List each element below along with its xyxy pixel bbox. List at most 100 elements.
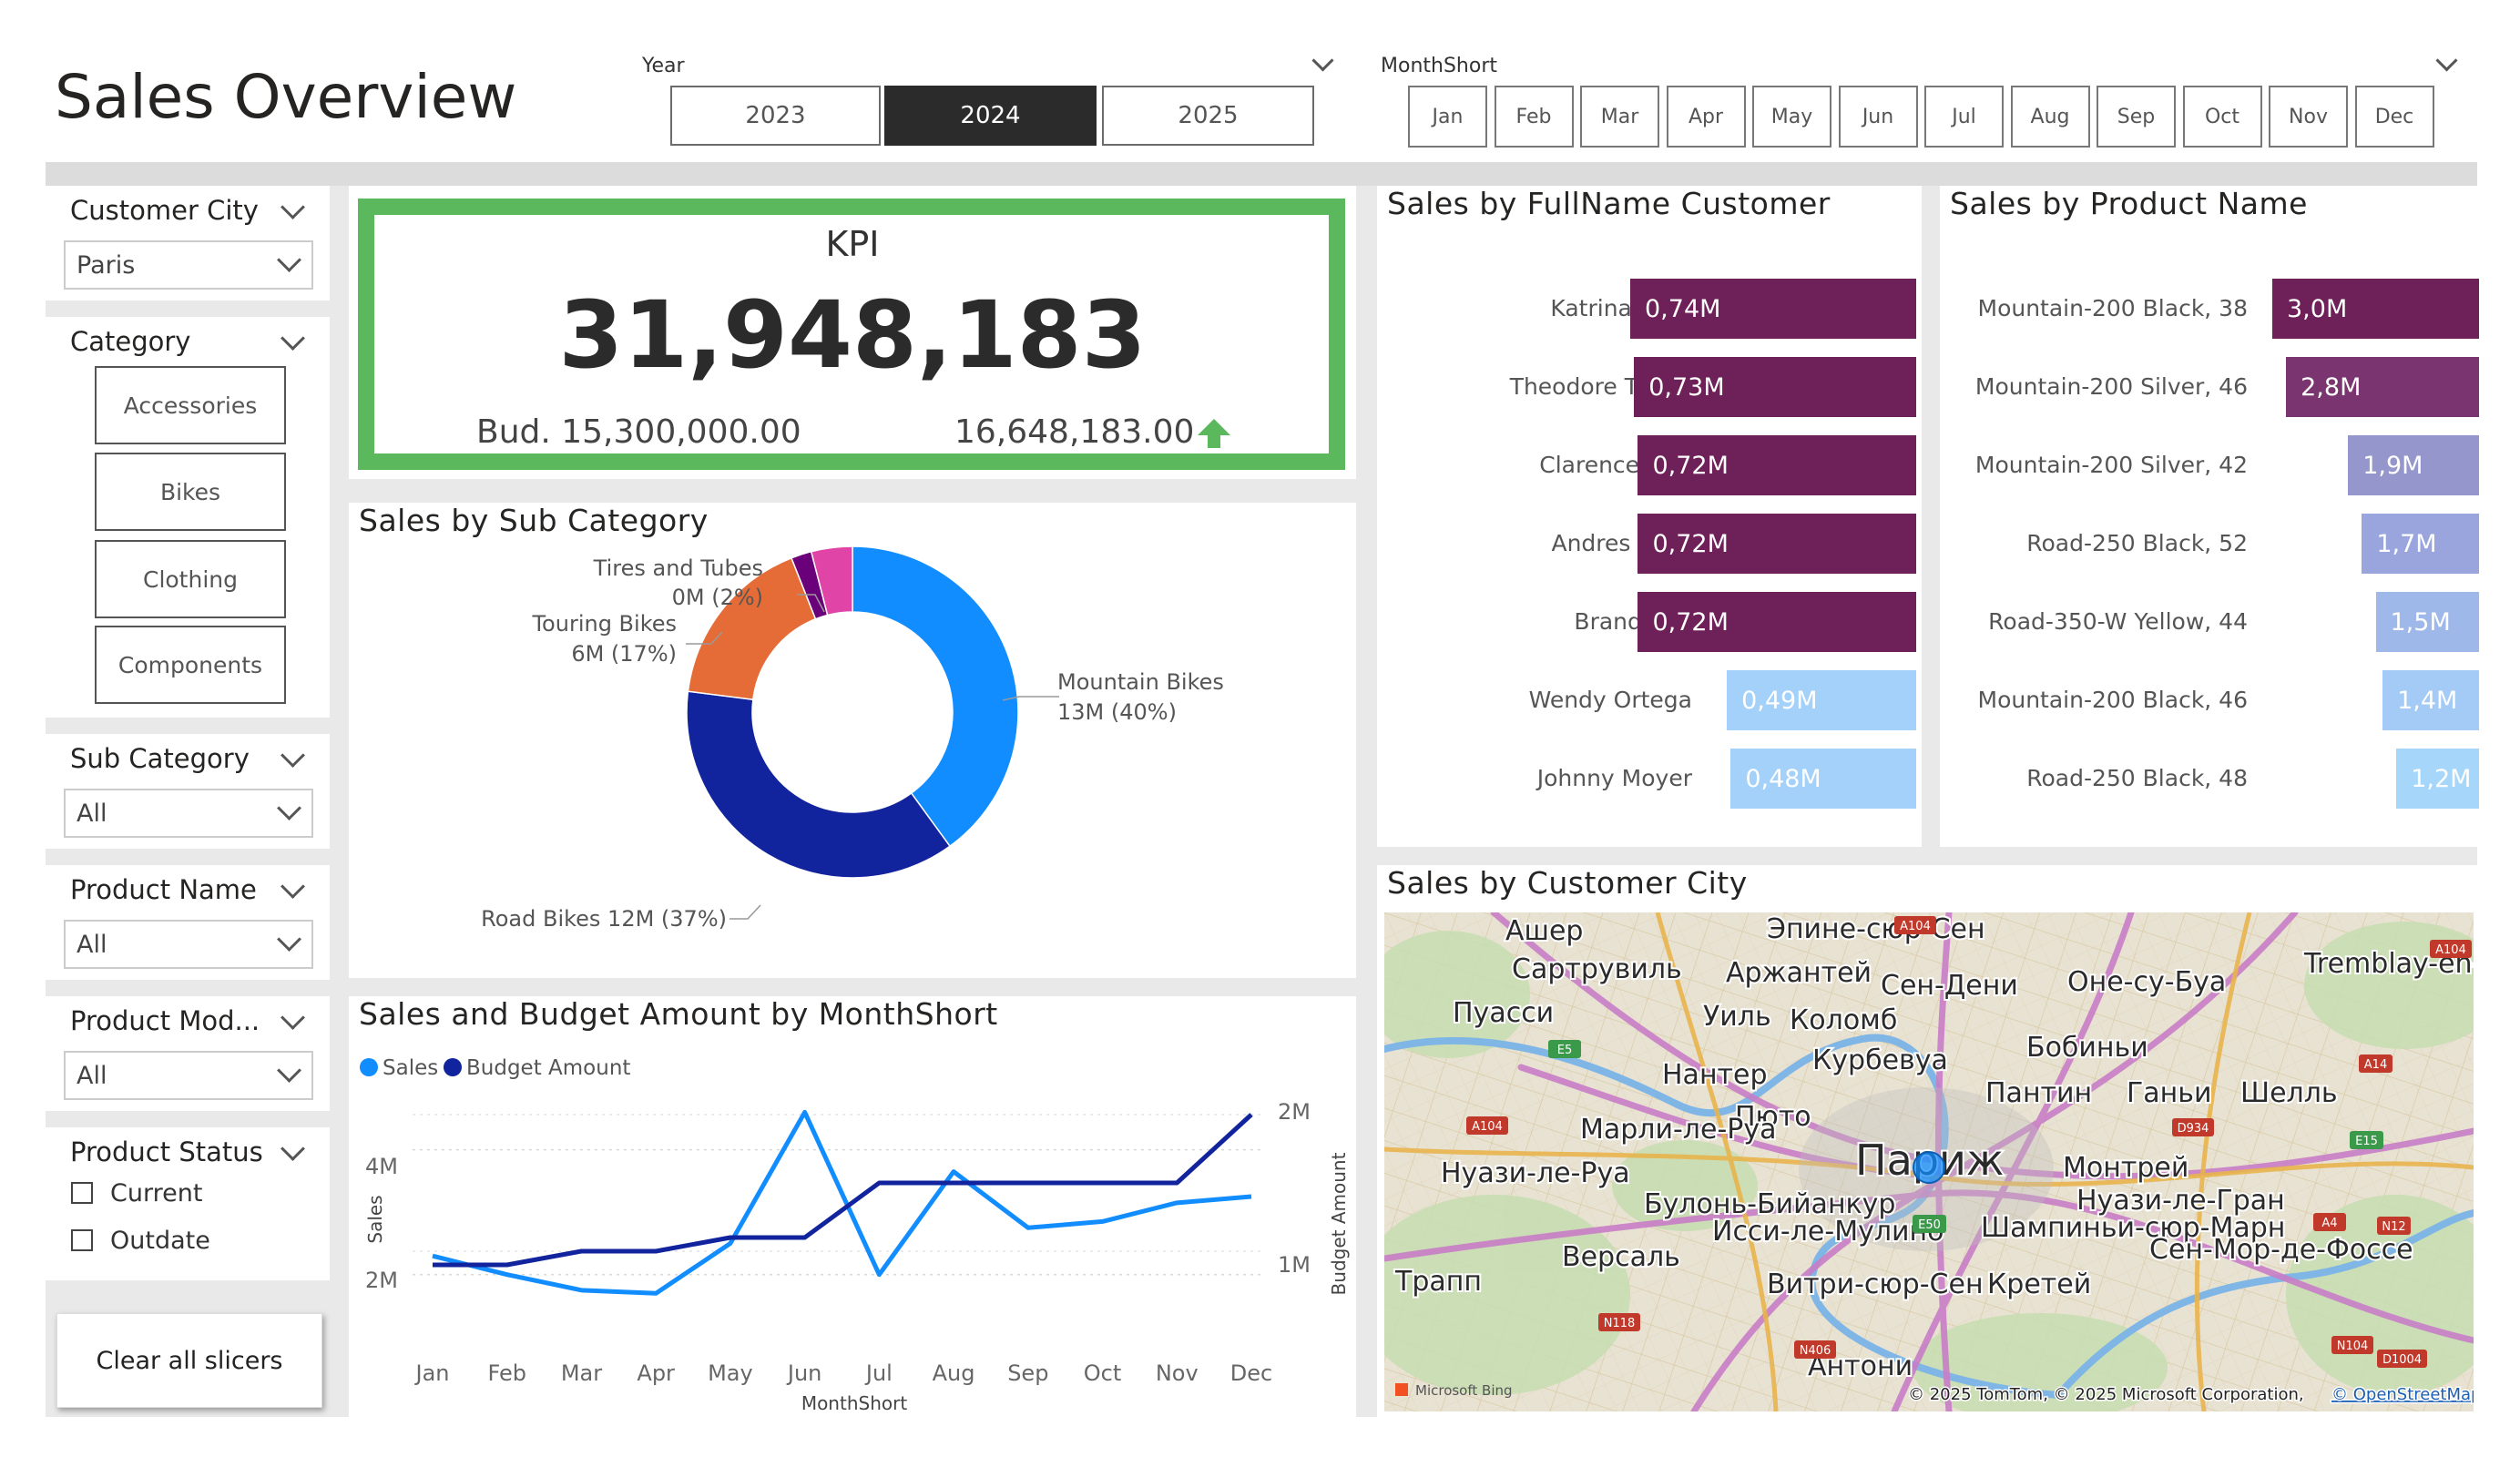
chevron-down-icon[interactable] (281, 195, 305, 219)
legend-budget[interactable]: Budget Amount (466, 1056, 630, 1080)
slicer-title: Product Status (70, 1136, 263, 1167)
bar-category-label: Mountain-200 Silver, 42 (1974, 452, 2248, 478)
map-place-label: Курбевуа (1812, 1044, 1948, 1076)
year-button-2024[interactable]: 2024 (884, 86, 1097, 146)
year-button-2023[interactable]: 2023 (670, 86, 881, 146)
bing-logo-icon (1395, 1383, 1408, 1396)
dropdown-value: All (77, 930, 107, 959)
month-button-oct[interactable]: Oct (2182, 86, 2262, 148)
checkbox-label: Current (110, 1179, 203, 1207)
donut-slice-mountain-bikes[interactable] (852, 545, 1019, 848)
bar[interactable]: 0,72M (1637, 592, 1916, 652)
sub-category-chart: Sales by Sub Category Tires and Tubes 0M… (349, 503, 1356, 978)
map-place-label: Эпине-сюр-Сен (1767, 913, 1985, 945)
chevron-down-icon[interactable] (281, 874, 305, 899)
checkbox-outdate[interactable] (71, 1229, 93, 1251)
line-chart-svg: Sales Budget Amount Sales Budget Amount … (360, 1056, 1350, 1414)
chevron-down-icon[interactable] (281, 326, 305, 351)
chevron-down-icon[interactable] (281, 1005, 305, 1030)
bar[interactable]: 2,8M (2286, 357, 2479, 417)
clear-all-slicers-button[interactable]: Clear all slicers (56, 1313, 322, 1408)
map-place-label: Сартрувиль (1512, 953, 1682, 985)
bar[interactable]: 0,48M (1730, 749, 1916, 809)
road-shield-label: N406 (1800, 1344, 1831, 1358)
map-place-label: Нантер (1662, 1059, 1768, 1091)
sub-category-dropdown[interactable]: All (64, 789, 313, 838)
y-tick-left-4m: 4M (365, 1154, 398, 1179)
slicer-title: Product Name (70, 874, 257, 905)
map-place-label: Сен-Дени (1881, 970, 2018, 1002)
dropdown-value: Paris (77, 250, 136, 280)
label-tires-line2: 0M (2%) (672, 585, 763, 610)
category-button-accessories[interactable]: Accessories (95, 366, 286, 444)
kpi-title: KPI (825, 224, 880, 264)
map-place-label: Пуасси (1453, 997, 1554, 1029)
arrow-up-icon (1198, 419, 1230, 448)
year-slicer-chevron-icon[interactable] (1311, 49, 1334, 72)
month-button-aug[interactable]: Aug (2010, 86, 2090, 148)
month-button-dec[interactable]: Dec (2354, 86, 2434, 148)
year-button-2025[interactable]: 2025 (1102, 86, 1314, 146)
map-place-label: Оне-су-Буа (2067, 966, 2226, 998)
bar[interactable]: 1,7M (2362, 514, 2479, 574)
product-bar-chart: Sales by Product Name Mountain-200 Black… (1940, 186, 2484, 847)
product-name-dropdown[interactable]: All (64, 920, 313, 969)
category-button-components[interactable]: Components (95, 626, 286, 704)
bar[interactable]: 0,49M (1727, 670, 1916, 730)
product-model-dropdown[interactable]: All (64, 1051, 313, 1100)
bar[interactable]: 0,73M (1634, 357, 1916, 417)
osm-link[interactable]: © OpenStreetMap (2331, 1384, 2474, 1406)
month-button-apr[interactable]: Apr (1666, 86, 1746, 148)
bar-value-label: 0,73M (1648, 372, 1725, 402)
x-tick-apr: Apr (637, 1360, 675, 1386)
map-tile[interactable]: Ашер Эпине-сюр-Сен Сартрувиль Аржантей Сен-Д… (1384, 912, 2474, 1411)
bar[interactable]: 0,72M (1637, 514, 1916, 574)
chevron-down-icon[interactable] (281, 1136, 305, 1161)
customer-city-dropdown[interactable]: Paris (64, 240, 313, 290)
bar-value-label: 3,0M (2287, 294, 2348, 323)
road-shield-label: A14 (2364, 1058, 2387, 1072)
label-road: Road Bikes 12M (37%) (481, 906, 727, 932)
month-button-sep[interactable]: Sep (2097, 86, 2176, 148)
bar[interactable]: 1,2M (2396, 749, 2479, 809)
series-line-sales[interactable] (432, 1109, 1252, 1296)
label-touring-line2: 6M (17%) (571, 641, 677, 667)
road-shield-label: D1004 (2382, 1353, 2422, 1367)
road-shield-label: A4 (2321, 1217, 2337, 1230)
map-bubble-paris[interactable] (1913, 1151, 1945, 1184)
category-button-bikes[interactable]: Bikes (95, 453, 286, 531)
road-shield-label: N118 (1604, 1317, 1636, 1330)
legend-sales[interactable]: Sales (383, 1056, 438, 1080)
month-slicer-label: MonthShort (1381, 55, 1497, 77)
month-button-feb[interactable]: Feb (1494, 86, 1574, 148)
month-button-jul[interactable]: Jul (1924, 86, 2004, 148)
month-button-nov[interactable]: Nov (2269, 86, 2348, 148)
donut-slice-road-bikes[interactable] (686, 690, 952, 879)
month-button-may[interactable]: May (1752, 86, 1831, 148)
category-button-clothing[interactable]: Clothing (95, 540, 286, 618)
month-slicer-chevron-icon[interactable] (2435, 49, 2458, 72)
legend-budget-icon (444, 1058, 462, 1076)
bar-value-label: 0,74M (1645, 294, 1721, 323)
bar[interactable]: 1,4M (2382, 670, 2479, 730)
product-name-slicer: Product Name All (46, 865, 330, 980)
bar[interactable]: 0,74M (1630, 279, 1916, 339)
bar-category-label: Wendy Ortega (1528, 687, 1692, 713)
bar-value-label: 0,49M (1741, 686, 1818, 715)
bar-value-label: 1,5M (2390, 607, 2451, 637)
month-button-mar[interactable]: Mar (1580, 86, 1659, 148)
bar[interactable]: 1,9M (2348, 435, 2479, 495)
bar-category-label: Johnny Moyer (1536, 765, 1692, 791)
chevron-down-icon (277, 248, 301, 272)
y-tick-left-2m: 2M (365, 1268, 398, 1293)
map-place-label: Исси-ле-Мулино (1712, 1216, 1944, 1248)
month-button-jan[interactable]: Jan (1408, 86, 1487, 148)
bar[interactable]: 3,0M (2272, 279, 2479, 339)
x-tick-jul: Jul (864, 1360, 893, 1386)
checkbox-current[interactable] (71, 1182, 93, 1204)
bar[interactable]: 0,72M (1637, 435, 1916, 495)
legend-sales-icon (360, 1058, 378, 1076)
month-button-jun[interactable]: Jun (1838, 86, 1918, 148)
chevron-down-icon[interactable] (281, 743, 305, 768)
bar[interactable]: 1,5M (2375, 592, 2479, 652)
